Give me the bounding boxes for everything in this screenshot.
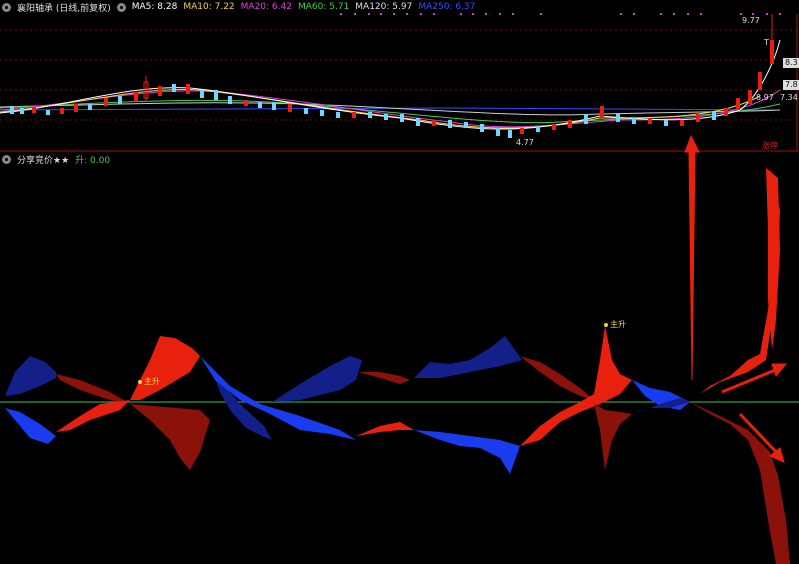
t-marker: T <box>764 38 769 47</box>
price-box-1: 8.3 <box>783 58 799 68</box>
signal-dot <box>604 323 608 327</box>
limit-up-tag: 涨停 <box>762 141 778 150</box>
right-arrow-icon <box>771 363 788 378</box>
high-price-label: 9.77 <box>742 16 760 25</box>
signal-annotation-1: 主升 <box>144 377 160 386</box>
top-grid <box>0 29 799 121</box>
ma5-line <box>0 39 781 130</box>
oscillator <box>5 168 790 564</box>
signal-dot <box>138 380 142 384</box>
level-label-1: 8.97 <box>756 93 774 102</box>
level-label-2: 7.34 <box>780 93 798 102</box>
signal-markers <box>340 13 781 15</box>
price-box-2: 7.8 <box>783 80 799 90</box>
low-price-label: 4.77 <box>516 138 534 147</box>
up-arrow-icon <box>684 134 700 381</box>
chart-canvas[interactable] <box>0 0 799 564</box>
moving-averages <box>0 39 781 130</box>
signal-annotation-2: 主升 <box>610 320 626 329</box>
